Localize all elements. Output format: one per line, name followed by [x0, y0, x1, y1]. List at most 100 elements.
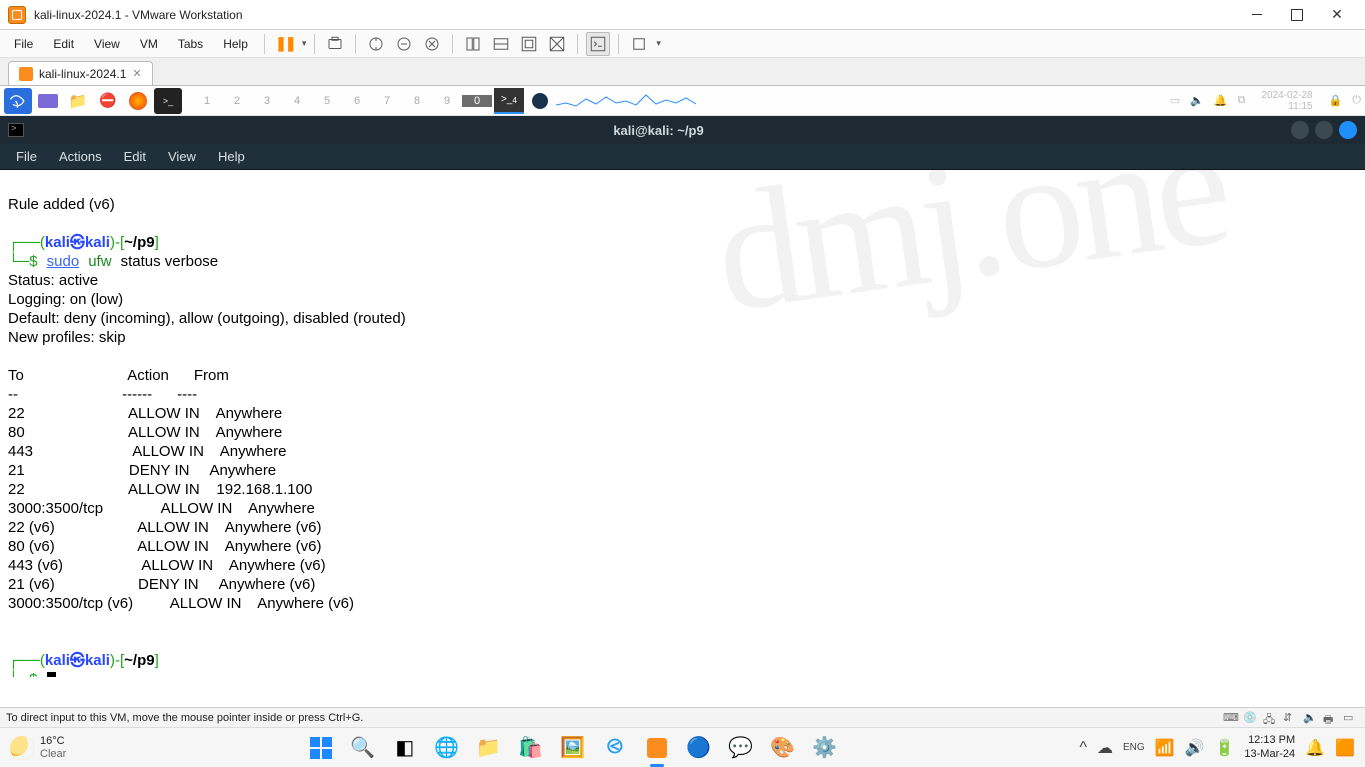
snapshot-revert-icon[interactable]: [392, 32, 416, 56]
task-clock-app[interactable]: [526, 88, 554, 114]
terminal-maximize-button[interactable]: [1315, 121, 1333, 139]
cpu-graph-icon: [556, 89, 696, 109]
terminal-titlebar[interactable]: kali@kali: ~/p9: [0, 116, 1365, 144]
firefox-button[interactable]: [124, 88, 152, 114]
workspace-7[interactable]: 7: [372, 95, 402, 107]
menu-file[interactable]: File: [6, 34, 41, 54]
tray-notifications-icon[interactable]: 🔔: [1305, 738, 1325, 758]
network-icon[interactable]: ⧉: [1238, 94, 1246, 107]
snapshot-take-icon[interactable]: [364, 32, 388, 56]
device-printer-icon[interactable]: 🖶: [1323, 711, 1339, 725]
start-button[interactable]: [304, 731, 338, 765]
workspace-9[interactable]: 9: [432, 95, 462, 107]
workspace-6[interactable]: 6: [342, 95, 372, 107]
vscode-button[interactable]: ⧀: [598, 731, 632, 765]
search-button[interactable]: 🔍: [346, 731, 380, 765]
vm-tab-label: kali-linux-2024.1: [39, 67, 126, 81]
edge-button[interactable]: 🌐: [430, 731, 464, 765]
weather-cond: Clear: [40, 748, 66, 761]
layout-unity-icon[interactable]: [517, 32, 541, 56]
vmware-minimize-button[interactable]: [1237, 1, 1277, 29]
tools-dropdown-icon[interactable]: [627, 32, 651, 56]
vm-suspend-button[interactable]: ❚❚: [273, 32, 297, 56]
tray-overflow-icon[interactable]: ^: [1079, 739, 1087, 757]
store-button[interactable]: 🛍️: [514, 731, 548, 765]
term-output: Status: active Logging: on (low) Default…: [8, 272, 406, 346]
layout-single-icon[interactable]: [461, 32, 485, 56]
tray-onedrive-icon[interactable]: ☁: [1097, 738, 1113, 758]
rules-separator: -- ------ ----: [8, 386, 197, 403]
menu-help[interactable]: Help: [215, 34, 256, 54]
tray-volume-icon[interactable]: 🔊: [1185, 738, 1205, 758]
device-cd-icon[interactable]: 💿: [1243, 711, 1259, 725]
vmware-titlebar: kali-linux-2024.1 - VMware Workstation: [0, 0, 1365, 30]
terminal-window: kali@kali: ~/p9 File Actions Edit View H…: [0, 116, 1365, 677]
volume-icon[interactable]: 🔈: [1190, 94, 1204, 107]
tray-language-icon[interactable]: ENG: [1123, 742, 1145, 753]
term-menu-edit[interactable]: Edit: [114, 147, 156, 166]
device-net-icon[interactable]: 🖧: [1263, 711, 1279, 725]
workspace-8[interactable]: 8: [402, 95, 432, 107]
terminal-minimize-button[interactable]: [1291, 121, 1309, 139]
settings-button[interactable]: ⛔: [94, 88, 122, 114]
workspace-3[interactable]: 3: [252, 95, 282, 107]
camera-icon[interactable]: ▭: [1170, 94, 1180, 107]
snapshot-button[interactable]: [323, 32, 347, 56]
paint-button[interactable]: 🎨: [766, 731, 800, 765]
device-hdd-icon[interactable]: ⌨: [1223, 711, 1239, 725]
taskbar-center: 🔍 ◧ 🌐 📁 🛍️ 🖼️ ⧀ 🔵 💬 🎨 ⚙️: [76, 731, 1069, 765]
settings-task-button[interactable]: ⚙️: [808, 731, 842, 765]
term-menu-view[interactable]: View: [158, 147, 206, 166]
vm-tab-icon: [19, 67, 33, 81]
kali-panel: 📁 ⛔ >_ 1234567890 >_4 ▭ 🔈 🔔 ⧉ 2024-02-28…: [0, 86, 1365, 116]
menu-edit[interactable]: Edit: [45, 34, 82, 54]
whatsapp-button[interactable]: 💬: [724, 731, 758, 765]
device-usb-icon[interactable]: ⇵: [1283, 711, 1299, 725]
kali-menu-button[interactable]: [4, 88, 32, 114]
notifications-icon[interactable]: 🔔: [1214, 94, 1228, 107]
workspace-1[interactable]: 1: [192, 95, 222, 107]
vmware-title: kali-linux-2024.1 - VMware Workstation: [34, 8, 243, 22]
tray-copilot-icon[interactable]: 🟧: [1335, 738, 1355, 758]
vmware-close-button[interactable]: [1317, 1, 1357, 29]
workspace-5[interactable]: 5: [312, 95, 342, 107]
photos-button[interactable]: 🖼️: [556, 731, 590, 765]
layout-split-icon[interactable]: [489, 32, 513, 56]
device-sound-icon[interactable]: 🔈: [1303, 711, 1319, 725]
terminal-body[interactable]: dmj.oneRule added (v6) ┌──(kali㉿kali)-[~…: [0, 170, 1365, 677]
vm-tab-close-icon[interactable]: ✕: [132, 67, 141, 80]
console-view-button[interactable]: [586, 32, 610, 56]
tray-battery-icon[interactable]: 🔋: [1214, 738, 1234, 758]
explorer-button[interactable]: 📁: [472, 731, 506, 765]
menu-view[interactable]: View: [86, 34, 128, 54]
workspace-4[interactable]: 4: [282, 95, 312, 107]
show-desktop-button[interactable]: [34, 88, 62, 114]
term-menu-file[interactable]: File: [6, 147, 47, 166]
terminal-close-button[interactable]: [1339, 121, 1357, 139]
tray-datetime[interactable]: 12:13 PM 13-Mar-24: [1244, 734, 1295, 760]
term-menu-help[interactable]: Help: [208, 147, 255, 166]
workspace-0[interactable]: 0: [462, 95, 492, 107]
kali-clock[interactable]: 2024-02-28 11:15: [1261, 90, 1312, 112]
lock-icon[interactable]: 🔒: [1329, 94, 1343, 107]
taskview-button[interactable]: ◧: [388, 731, 422, 765]
term-menu-actions[interactable]: Actions: [49, 147, 112, 166]
workspace-2[interactable]: 2: [222, 95, 252, 107]
snapshot-manager-icon[interactable]: [420, 32, 444, 56]
power-icon[interactable]: ⏻: [1352, 94, 1361, 107]
task-terminal-active[interactable]: >_4: [494, 88, 524, 114]
tray-wifi-icon[interactable]: 📶: [1155, 738, 1175, 758]
weather-widget[interactable]: 16°C Clear: [0, 735, 76, 760]
rules-list: 22 ALLOW IN Anywhere 80 ALLOW IN Anywher…: [8, 405, 354, 612]
vmware-task-button[interactable]: [640, 731, 674, 765]
device-display-icon[interactable]: ▭: [1343, 711, 1359, 725]
menu-vm[interactable]: VM: [132, 34, 166, 54]
vm-tab[interactable]: kali-linux-2024.1 ✕: [8, 61, 153, 85]
terminal-title: kali@kali: ~/p9: [32, 123, 1285, 138]
layout-expand-icon[interactable]: [545, 32, 569, 56]
vmware-maximize-button[interactable]: [1277, 1, 1317, 29]
files-button[interactable]: 📁: [64, 88, 92, 114]
menu-tabs[interactable]: Tabs: [170, 34, 211, 54]
terminal-launcher-button[interactable]: >_: [154, 88, 182, 114]
chrome-button[interactable]: 🔵: [682, 731, 716, 765]
